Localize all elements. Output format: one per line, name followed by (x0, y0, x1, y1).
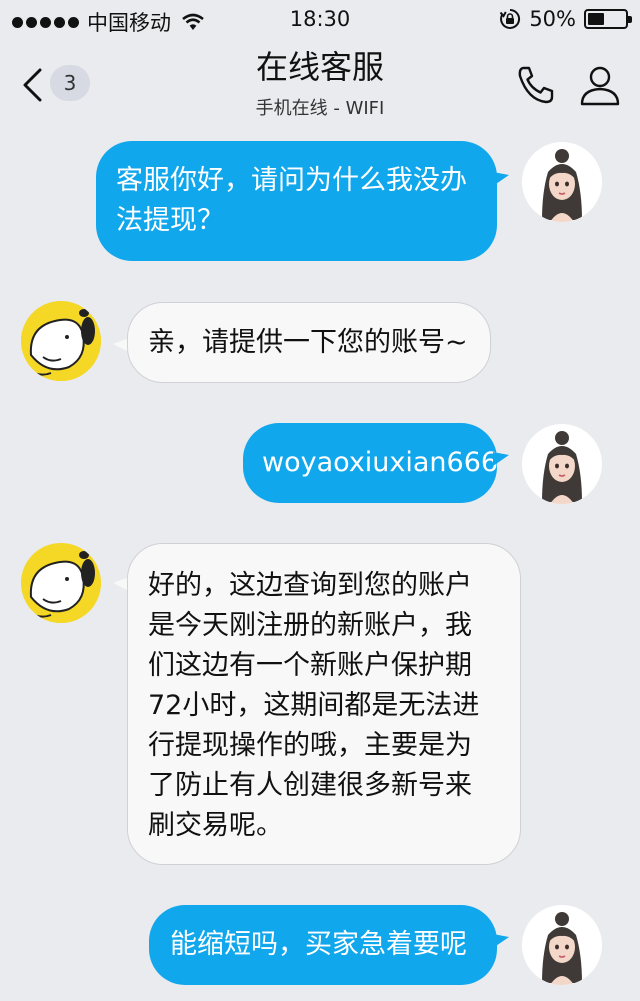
bubble-tail (493, 934, 509, 948)
status-right: 50% (499, 7, 632, 31)
phone-icon[interactable] (514, 64, 556, 106)
battery-icon (584, 9, 632, 29)
message-text: woyaoxiuxian666 (262, 447, 499, 478)
user-avatar[interactable] (522, 142, 602, 222)
message-text: 能缩短吗，买家急着要呢 (170, 929, 467, 960)
message-bubble-outgoing: 能缩短吗，买家急着要呢 (149, 905, 497, 985)
dog-avatar-icon (21, 301, 101, 381)
message-text: 客服你好，请问为什么我没办法提现？ (116, 165, 467, 236)
profile-icon[interactable] (578, 64, 622, 106)
status-bar: 中国移动 18:30 50% (0, 0, 640, 40)
message-text: 好的，这边查询到您的账户是今天刚注册的新账户，我们这边有一个新账户保护期72小时… (148, 570, 480, 841)
woman-avatar-icon (522, 142, 602, 222)
battery-percent: 50% (529, 7, 576, 31)
message-text: 亲，请提供一下您的账号~ (148, 327, 468, 358)
bubble-tail (493, 172, 509, 186)
message-bubble-outgoing: 客服你好，请问为什么我没办法提现？ (96, 141, 497, 261)
agent-avatar[interactable] (21, 543, 101, 623)
nav-bar: 3 在线客服 手机在线 - WIFI (0, 40, 640, 120)
message-bubble-incoming: 亲，请提供一下您的账号~ (127, 302, 491, 383)
user-avatar[interactable] (522, 424, 602, 504)
agent-avatar[interactable] (21, 301, 101, 381)
woman-avatar-icon (522, 424, 602, 504)
bubble-tail (493, 452, 509, 466)
message-bubble-outgoing: woyaoxiuxian666 (243, 423, 499, 503)
woman-avatar-icon (522, 905, 602, 985)
user-avatar[interactable] (522, 905, 602, 985)
battery-fill (588, 13, 604, 25)
dog-avatar-icon (21, 543, 101, 623)
message-bubble-incoming: 好的，这边查询到您的账户是今天刚注册的新账户，我们这边有一个新账户保护期72小时… (127, 543, 521, 865)
rotation-lock-icon (500, 8, 521, 29)
